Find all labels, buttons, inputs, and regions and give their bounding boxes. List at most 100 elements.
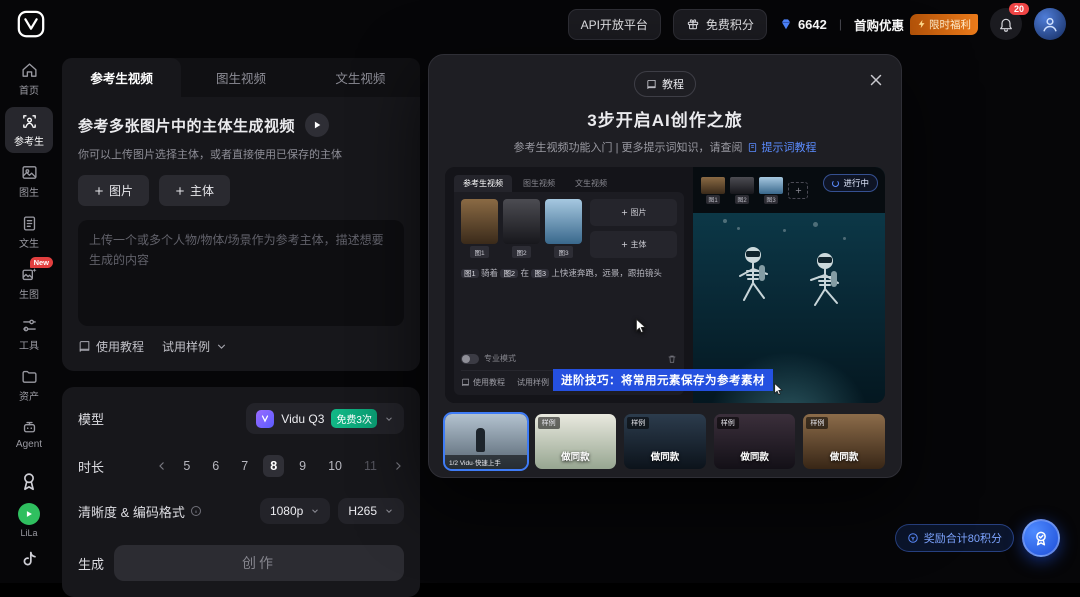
limited-offer-badge: 限时福利 <box>910 14 978 35</box>
free-credits-button[interactable]: 免费积分 <box>673 9 767 40</box>
free-trials-badge: 免费3次 <box>331 409 377 428</box>
reward-total-pill[interactable]: 奖励合计80积分 <box>895 524 1014 552</box>
credits-balance[interactable]: 6642 <box>779 17 827 32</box>
tab-label: 文生视频 <box>335 72 385 86</box>
credits-value: 6642 <box>798 17 827 32</box>
add-subject-button[interactable]: 主体 <box>159 175 230 206</box>
add-image-button[interactable]: 图片 <box>78 175 149 206</box>
sample-card[interactable]: 样例 做同款 <box>535 414 617 469</box>
tab-reference-video[interactable]: 参考生视频 <box>62 58 181 97</box>
sidebar-item-label: 首页 <box>19 82 39 97</box>
sidebar-item-text-to-video[interactable]: 文生 <box>5 209 53 255</box>
topbar-actions: API开放平台 免费积分 6642 | 首购优惠 <box>568 8 1066 40</box>
sample-label: 试用样例 <box>162 338 210 355</box>
info-icon <box>190 505 202 517</box>
sample-gallery: 1/2 Vidu·快速上手 样例 做同款 样例 做同款 样例 做同款 样例 做同… <box>445 414 885 469</box>
sidebar-item-reference[interactable]: 参考生 <box>5 107 53 153</box>
first-purchase-promo[interactable]: 首购优惠 限时福利 <box>854 14 978 35</box>
duration-label: 时长 <box>78 457 104 476</box>
sample-card[interactable]: 样例 做同款 <box>803 414 885 469</box>
duration-option-8-selected[interactable]: 8 <box>263 455 284 477</box>
book-icon <box>646 79 657 90</box>
tutorial-link[interactable]: 使用教程 <box>78 338 144 355</box>
sidebar-item-image-gen[interactable]: New 生图 <box>5 260 53 306</box>
chevron-down-icon <box>384 414 394 424</box>
generate-label: 生成 <box>78 554 104 573</box>
sidebar-item-home[interactable]: 首页 <box>5 56 53 102</box>
duration-option-7[interactable]: 7 <box>234 455 255 477</box>
add-subject-label: 主体 <box>190 182 214 199</box>
model-select[interactable]: Vidu Q3 免费3次 <box>246 403 404 434</box>
tab-text-video[interactable]: 文生视频 <box>301 58 420 97</box>
vidu-model-icon <box>256 410 274 428</box>
duration-option-5[interactable]: 5 <box>176 455 197 477</box>
notification-count-badge: 20 <box>1009 3 1029 15</box>
sample-card[interactable]: 样例 做同款 <box>624 414 706 469</box>
demo-result-preview: 图1 图2 图3 进行中 <box>693 167 885 403</box>
coin-icon <box>907 532 919 544</box>
membership-icon[interactable] <box>18 470 40 492</box>
prompt-tutorial-link[interactable]: 提示词教程 <box>747 139 816 155</box>
tutorial-label: 使用教程 <box>96 338 144 355</box>
create-button[interactable]: 创作 <box>114 545 404 581</box>
prompt-input[interactable] <box>89 231 393 315</box>
intro-play-button[interactable] <box>305 113 329 137</box>
api-platform-button[interactable]: API开放平台 <box>568 9 661 40</box>
sidebar-item-label: 生图 <box>19 286 39 301</box>
resolution-select[interactable]: 1080p <box>260 498 330 524</box>
sidebar-item-lila[interactable]: LiLa <box>18 503 40 538</box>
strip-image-label: 图1 <box>706 195 719 204</box>
duration-next-icon[interactable] <box>392 460 404 472</box>
sidebar-item-assets[interactable]: 资产 <box>5 362 53 408</box>
rewards-button[interactable] <box>1022 519 1060 557</box>
sample-tag: 样例 <box>538 417 560 429</box>
sidebar-item-label: 参考生 <box>14 133 44 148</box>
duration-option-6[interactable]: 6 <box>205 455 226 477</box>
image-icon <box>21 164 38 181</box>
lila-label: LiLa <box>20 528 37 538</box>
sidebar-item-image-to-video[interactable]: 图生 <box>5 158 53 204</box>
sample-caption-text: 1/2 Vidu·快速上手 <box>449 460 501 467</box>
topbar: API开放平台 免费积分 6642 | 首购优惠 <box>0 0 1080 48</box>
lightning-icon <box>917 19 927 29</box>
sample-card-active[interactable]: 1/2 Vidu·快速上手 <box>445 414 527 469</box>
duration-option-10[interactable]: 10 <box>321 455 349 477</box>
skeleton-divers-illustration <box>701 225 881 345</box>
demo-tutorial-link: 使用教程 <box>461 377 505 388</box>
vidu-logo[interactable] <box>16 9 46 39</box>
codec-select[interactable]: H265 <box>338 498 404 524</box>
sample-card[interactable]: 样例 做同款 <box>714 414 796 469</box>
demo-image-1: 图1 <box>461 199 498 258</box>
notifications-button[interactable]: 20 <box>990 8 1022 40</box>
reward-fab: 奖励合计80积分 <box>895 519 1060 557</box>
demo-image-label: 图2 <box>512 246 530 258</box>
add-image-label: 图片 <box>109 182 133 199</box>
demo-prompt-text: 上快速奔跑，远景，跟拍镜头 <box>551 268 662 278</box>
sidebar-item-label: 文生 <box>19 235 39 250</box>
sidebar-footer: LiLa <box>18 470 40 583</box>
tutorial-video-player[interactable]: 参考生视频 图生视频 文生视频 图1 图2 <box>445 167 885 403</box>
sidebar-item-agent[interactable]: Agent <box>5 413 53 455</box>
tutorial-badge-label: 教程 <box>662 76 684 92</box>
duration-option-11[interactable]: 11 <box>357 455 384 477</box>
demo-tab: 文生视频 <box>566 175 616 192</box>
agent-icon <box>21 419 38 436</box>
sidebar-item-tools[interactable]: 工具 <box>5 311 53 357</box>
duration-prev-icon[interactable] <box>156 460 168 472</box>
close-icon[interactable] <box>867 71 885 89</box>
status-badge: 进行中 <box>823 174 878 192</box>
bell-icon <box>998 16 1014 32</box>
sample-link[interactable]: 试用样例 <box>162 338 228 355</box>
demo-prompt-text: 骑着 <box>481 268 498 278</box>
sample-action-label: 做同款 <box>624 449 706 463</box>
user-avatar[interactable] <box>1034 8 1066 40</box>
duration-row: 时长 5 6 7 8 9 10 11 <box>78 455 404 477</box>
duration-option-9[interactable]: 9 <box>292 455 313 477</box>
demo-add-image-button: 图片 <box>590 199 677 226</box>
sample-figure <box>476 428 485 452</box>
tiktok-icon[interactable] <box>18 549 40 571</box>
demo-image-label: 图3 <box>554 246 572 258</box>
tab-image-video[interactable]: 图生视频 <box>181 58 300 97</box>
strip-image-label: 图3 <box>764 195 777 204</box>
tab-label: 图生视频 <box>216 72 266 86</box>
